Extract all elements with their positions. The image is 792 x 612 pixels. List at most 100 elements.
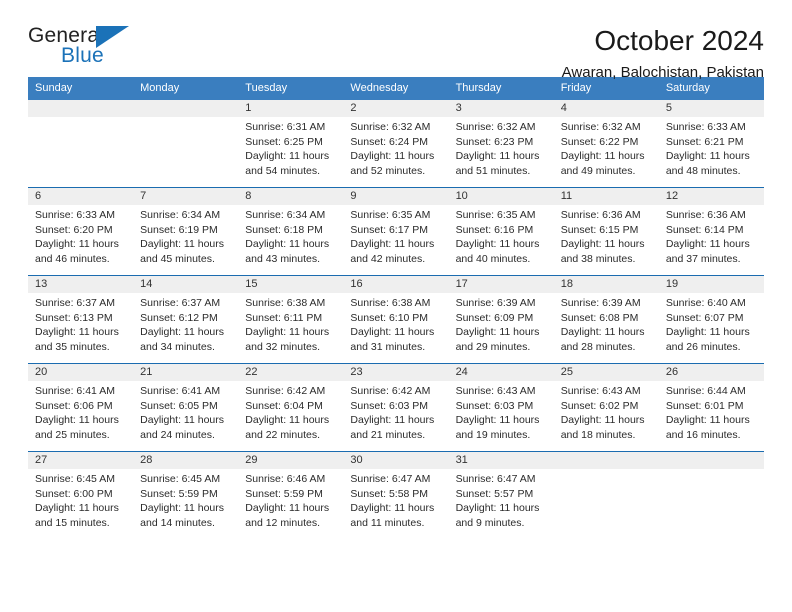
day-number (28, 100, 134, 117)
daylight-text: Daylight: 11 hours and 32 minutes. (245, 326, 330, 353)
day-details: Sunrise: 6:32 AM Sunset: 6:22 PM Daylight:… (554, 117, 659, 178)
day-number: 27 (28, 452, 134, 469)
calendar-week-row: 27 Sunrise: 6:45 AM Sunset: 6:00 PM Dayligh… (28, 451, 764, 539)
calendar-day-cell[interactable]: 1 Sunrise: 6:31 AM Sunset: 6:25 PM Daylight… (238, 100, 344, 187)
day-details: Sunrise: 6:34 AM Sunset: 6:18 PM Daylight:… (238, 205, 343, 266)
calendar-day-cell[interactable]: 9 Sunrise: 6:35 AM Sunset: 6:17 PM Daylight… (343, 188, 449, 275)
calendar-day-cell[interactable]: 26 Sunrise: 6:44 AM Sunset: 6:01 PM Dayligh… (658, 364, 764, 451)
page-title: October 2024 (594, 25, 764, 56)
brand-name-blue: Blue (61, 44, 104, 67)
calendar-day-cell[interactable]: 27 Sunrise: 6:45 AM Sunset: 6:00 PM Dayligh… (28, 452, 134, 539)
day-details: Sunrise: 6:47 AM Sunset: 5:58 PM Daylight:… (343, 469, 448, 530)
daylight-text: Daylight: 11 hours and 21 minutes. (350, 414, 435, 441)
calendar-day-cell[interactable]: 22 Sunrise: 6:42 AM Sunset: 6:04 PM Dayligh… (238, 364, 344, 451)
calendar-day-cell[interactable]: 19 Sunrise: 6:40 AM Sunset: 6:07 PM Dayligh… (658, 276, 764, 363)
sunset-text: Sunset: 5:59 PM (140, 487, 218, 500)
calendar-day-cell[interactable]: 28 Sunrise: 6:45 AM Sunset: 5:59 PM Dayligh… (133, 452, 239, 539)
calendar-day-cell[interactable]: 18 Sunrise: 6:39 AM Sunset: 6:08 PM Dayligh… (553, 276, 659, 363)
calendar-day-cell[interactable]: 7 Sunrise: 6:34 AM Sunset: 6:19 PM Daylight… (133, 188, 239, 275)
sunset-text: Sunset: 6:02 PM (560, 399, 639, 412)
sunset-text: Sunset: 6:10 PM (350, 311, 429, 324)
sunset-text: Sunset: 6:17 PM (350, 223, 429, 236)
calendar-day-cell[interactable]: 20 Sunrise: 6:41 AM Sunset: 6:06 PM Dayligh… (28, 364, 134, 451)
calendar-day-cell[interactable]: 24 Sunrise: 6:43 AM Sunset: 6:03 PM Dayligh… (448, 364, 554, 451)
sunrise-text: Sunrise: 6:44 AM (665, 385, 746, 397)
day-number: 9 (343, 188, 449, 205)
sunset-text: Sunset: 6:22 PM (560, 135, 639, 148)
day-number: 4 (553, 100, 659, 117)
day-details: Sunrise: 6:42 AM Sunset: 6:04 PM Daylight:… (238, 381, 343, 442)
calendar-day-cell[interactable]: 11 Sunrise: 6:36 AM Sunset: 6:15 PM Dayligh… (553, 188, 659, 275)
brand-logo[interactable]: General Blue (28, 24, 148, 72)
daylight-text: Daylight: 11 hours and 11 minutes. (350, 502, 435, 529)
day-number (553, 452, 659, 469)
daylight-text: Daylight: 11 hours and 28 minutes. (560, 326, 645, 353)
sunset-text: Sunset: 6:12 PM (140, 311, 218, 324)
day-number: 2 (343, 100, 449, 117)
sunrise-text: Sunrise: 6:33 AM (35, 209, 115, 221)
calendar-day-cell[interactable]: 6 Sunrise: 6:33 AM Sunset: 6:20 PM Daylight… (28, 188, 134, 275)
sunrise-text: Sunrise: 6:32 AM (560, 121, 641, 133)
day-details: Sunrise: 6:36 AM Sunset: 6:15 PM Daylight:… (554, 205, 659, 266)
daylight-text: Daylight: 11 hours and 24 minutes. (140, 414, 224, 441)
calendar-day-cell[interactable]: 12 Sunrise: 6:36 AM Sunset: 6:14 PM Dayligh… (658, 188, 764, 275)
sunrise-text: Sunrise: 6:39 AM (455, 297, 536, 309)
calendar-day-cell[interactable]: 29 Sunrise: 6:46 AM Sunset: 5:59 PM Dayligh… (238, 452, 344, 539)
sunrise-text: Sunrise: 6:46 AM (245, 473, 326, 485)
day-details: Sunrise: 6:36 AM Sunset: 6:14 PM Daylight:… (659, 205, 764, 266)
sunset-text: Sunset: 6:04 PM (245, 399, 323, 412)
day-number: 20 (28, 364, 134, 381)
day-details: Sunrise: 6:34 AM Sunset: 6:19 PM Daylight:… (133, 205, 238, 266)
calendar-week-row: 1 Sunrise: 6:31 AM Sunset: 6:25 PM Daylight… (28, 100, 764, 187)
daylight-text: Daylight: 11 hours and 22 minutes. (245, 414, 330, 441)
calendar-day-cell[interactable]: 17 Sunrise: 6:39 AM Sunset: 6:09 PM Dayligh… (448, 276, 554, 363)
weekday-monday: Monday (140, 82, 180, 94)
day-details: Sunrise: 6:33 AM Sunset: 6:20 PM Daylight:… (28, 205, 133, 266)
calendar-day-cell[interactable]: 25 Sunrise: 6:43 AM Sunset: 6:02 PM Dayligh… (553, 364, 659, 451)
weekday-header-row: Sunday Monday Tuesday Wednesday Thursday… (28, 77, 764, 100)
sunrise-text: Sunrise: 6:31 AM (245, 121, 326, 133)
sunrise-text: Sunrise: 6:45 AM (140, 473, 221, 485)
calendar-day-cell[interactable]: 31 Sunrise: 6:47 AM Sunset: 5:57 PM Dayligh… (448, 452, 554, 539)
day-details: Sunrise: 6:39 AM Sunset: 6:09 PM Daylight:… (449, 293, 554, 354)
daylight-text: Daylight: 11 hours and 9 minutes. (455, 502, 540, 529)
calendar-day-cell[interactable]: 15 Sunrise: 6:38 AM Sunset: 6:11 PM Dayligh… (238, 276, 344, 363)
calendar-day-cell[interactable]: 30 Sunrise: 6:47 AM Sunset: 5:58 PM Dayligh… (343, 452, 449, 539)
sunset-text: Sunset: 6:03 PM (350, 399, 429, 412)
day-details: Sunrise: 6:41 AM Sunset: 6:06 PM Daylight:… (28, 381, 133, 442)
calendar-day-cell[interactable]: 3 Sunrise: 6:32 AM Sunset: 6:23 PM Daylight… (448, 100, 554, 187)
day-number (133, 100, 239, 117)
daylight-text: Daylight: 11 hours and 51 minutes. (455, 150, 540, 177)
calendar-day-cell[interactable]: 21 Sunrise: 6:41 AM Sunset: 6:05 PM Dayligh… (133, 364, 239, 451)
sunset-text: Sunset: 5:59 PM (245, 487, 323, 500)
calendar-day-cell[interactable]: 16 Sunrise: 6:38 AM Sunset: 6:10 PM Dayligh… (343, 276, 449, 363)
sunrise-text: Sunrise: 6:32 AM (455, 121, 536, 133)
sunrise-text: Sunrise: 6:32 AM (350, 121, 431, 133)
day-details: Sunrise: 6:38 AM Sunset: 6:10 PM Daylight:… (343, 293, 448, 354)
day-number: 10 (448, 188, 554, 205)
day-details: Sunrise: 6:45 AM Sunset: 6:00 PM Daylight:… (28, 469, 133, 530)
calendar-day-cell[interactable]: 10 Sunrise: 6:35 AM Sunset: 6:16 PM Dayligh… (448, 188, 554, 275)
calendar-day-empty (28, 100, 134, 187)
day-number: 17 (448, 276, 554, 293)
day-details: Sunrise: 6:47 AM Sunset: 5:57 PM Daylight:… (449, 469, 554, 530)
calendar-day-cell[interactable]: 2 Sunrise: 6:32 AM Sunset: 6:24 PM Daylight… (343, 100, 449, 187)
day-number: 21 (133, 364, 239, 381)
daylight-text: Daylight: 11 hours and 46 minutes. (35, 238, 119, 265)
sunset-text: Sunset: 5:58 PM (350, 487, 429, 500)
sunset-text: Sunset: 6:01 PM (665, 399, 744, 412)
day-number: 26 (658, 364, 764, 381)
calendar-day-cell[interactable]: 4 Sunrise: 6:32 AM Sunset: 6:22 PM Daylight… (553, 100, 659, 187)
page-header: General Blue October 2024 Awaran, Baloch… (28, 0, 764, 81)
sunrise-text: Sunrise: 6:47 AM (350, 473, 431, 485)
calendar-day-cell[interactable]: 14 Sunrise: 6:37 AM Sunset: 6:12 PM Dayligh… (133, 276, 239, 363)
calendar-day-cell[interactable]: 13 Sunrise: 6:37 AM Sunset: 6:13 PM Dayligh… (28, 276, 134, 363)
sunrise-text: Sunrise: 6:41 AM (140, 385, 221, 397)
calendar-day-cell[interactable]: 23 Sunrise: 6:42 AM Sunset: 6:03 PM Dayligh… (343, 364, 449, 451)
calendar-day-cell[interactable]: 8 Sunrise: 6:34 AM Sunset: 6:18 PM Daylight… (238, 188, 344, 275)
calendar-day-cell[interactable]: 5 Sunrise: 6:33 AM Sunset: 6:21 PM Daylight… (658, 100, 764, 187)
day-details: Sunrise: 6:45 AM Sunset: 5:59 PM Daylight:… (133, 469, 238, 530)
sunset-text: Sunset: 6:00 PM (35, 487, 113, 500)
sunrise-text: Sunrise: 6:37 AM (140, 297, 221, 309)
calendar-day-empty (133, 100, 239, 187)
